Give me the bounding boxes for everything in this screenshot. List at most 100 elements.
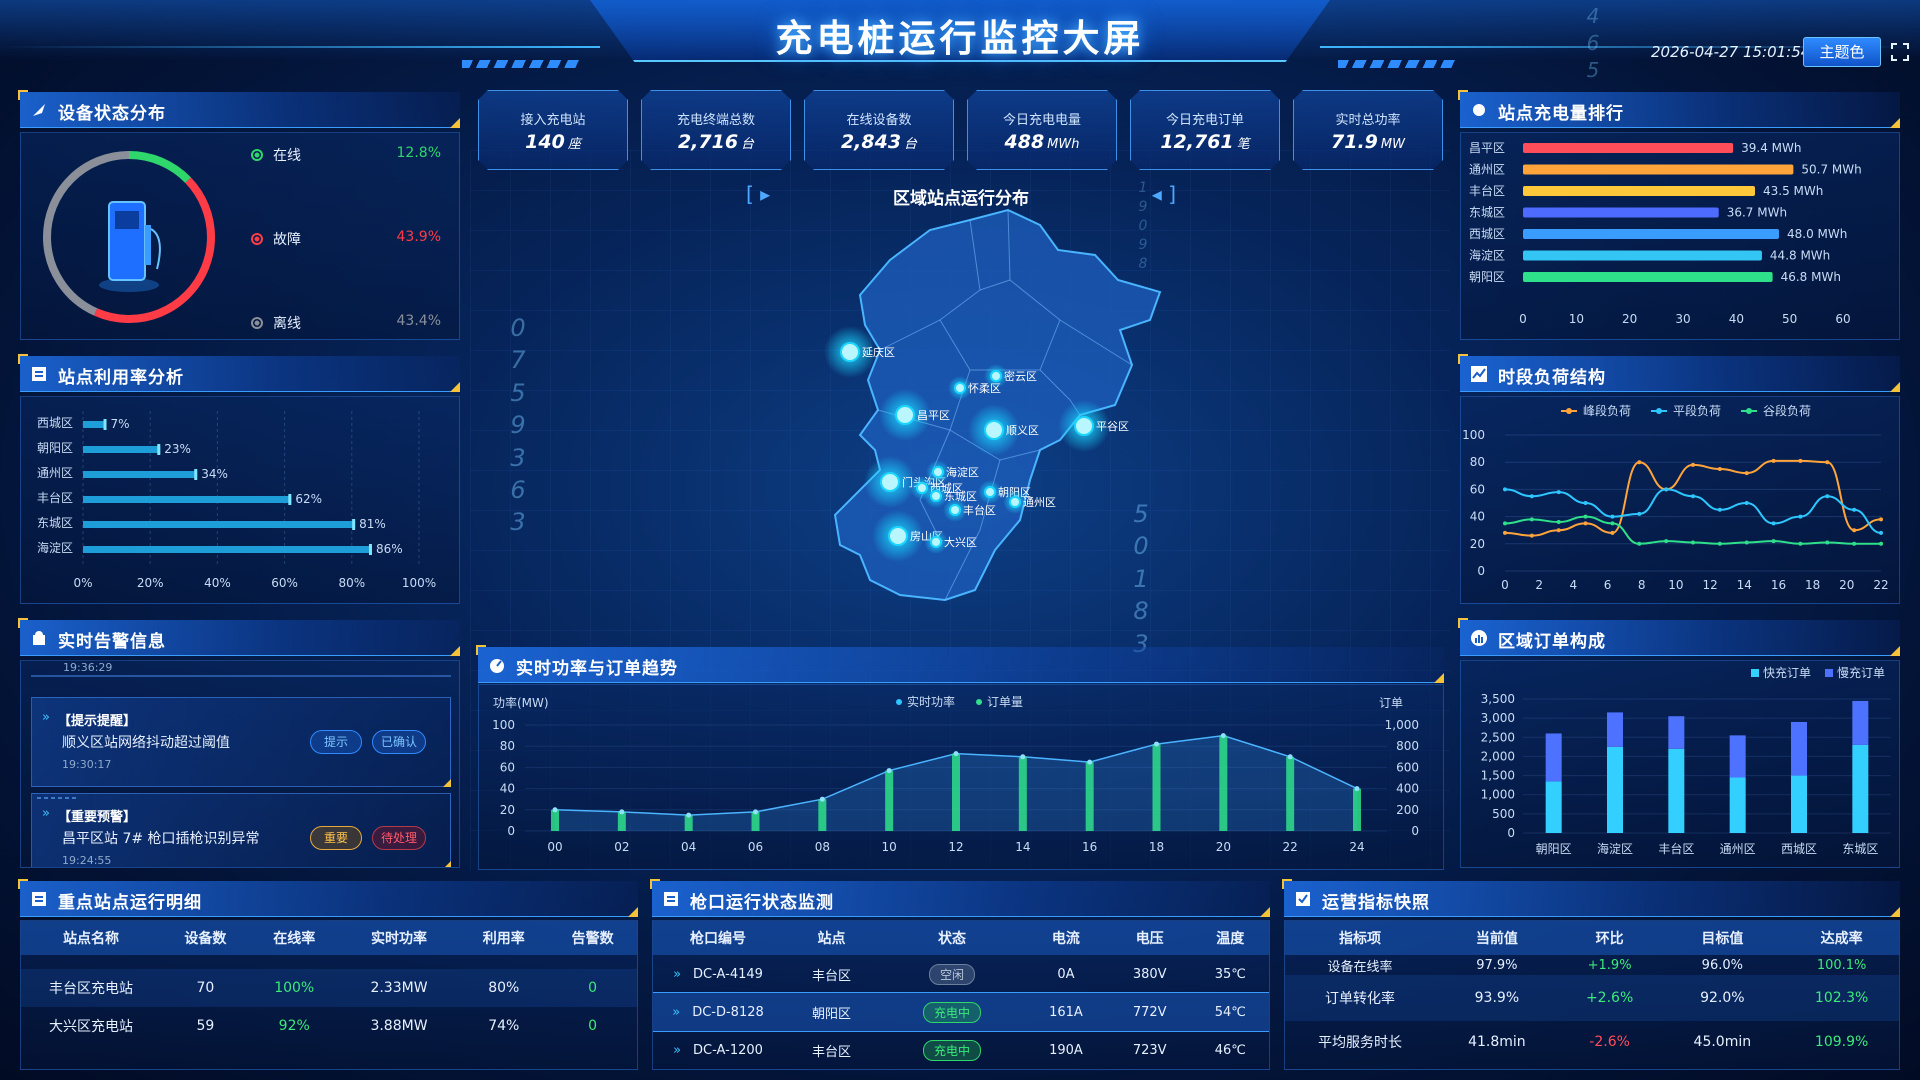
legend-marker [1746, 408, 1752, 414]
theme-button[interactable]: 主题色 [1803, 37, 1881, 67]
alert-status-button[interactable]: 已确认 [372, 730, 426, 754]
x-tick-label: 西城区 [1781, 842, 1817, 856]
order-bar [1668, 748, 1685, 833]
legend-marker [1751, 669, 1759, 677]
ranking-chart: 昌平区 39.4 MWh 通州区 50.7 MWh 丰台区 43.5 MWh 东城区 36.7… [1469, 141, 1862, 326]
table-row[interactable]: 平均服务时长 41.8min -2.6% 45.0min 109.9% [1285, 1021, 1899, 1063]
double-chevron-icon: » [673, 1042, 682, 1058]
status-badge: 空闲 [928, 963, 975, 985]
floating-digit: 5 [1586, 58, 1600, 82]
stat-label: 接入充电站 [520, 113, 586, 128]
metric-target: 92.0% [1700, 990, 1745, 1006]
legend-label: 谷段负荷 [1763, 403, 1811, 418]
station-dot [1009, 496, 1021, 508]
alert-tag: 【提示提醒】 [58, 714, 137, 729]
category-label: 丰台区 [37, 490, 73, 505]
ops-table: 指标项 当前值 环比 目标值 达成率 设备在线率 97.9% +1.9% 96.… [1285, 921, 1899, 1063]
floating-digit: 5 [1133, 500, 1149, 528]
x-tick-label: 8 [1638, 578, 1646, 592]
y-tick-label: 20 [1470, 537, 1485, 551]
ops-header: 运营指标快照 [1282, 879, 1900, 917]
table-row[interactable]: » DC-D-8128 朝阳区 充电中 161A 772V 54℃ [653, 992, 1269, 1032]
legend-marker [976, 699, 982, 705]
x-tick-label: 20 [1216, 840, 1231, 854]
gauge-icon [490, 659, 504, 673]
fullscreen-icon[interactable] [1890, 42, 1910, 62]
alert-text: 顺义区站网络抖动超过阈值 [62, 735, 230, 751]
alert-status-button[interactable]: 待处理 [372, 826, 426, 850]
order-point [953, 751, 959, 757]
device-status-donut [43, 151, 215, 323]
alert-item[interactable]: » 【提示提醒】 顺义区站网络抖动超过阈值 19:30:17 提示 已确认 [31, 697, 451, 787]
floating-digit: 6 [510, 476, 526, 504]
alarm-count: 0 [588, 980, 598, 996]
y-tick-label: 2,000 [1481, 749, 1515, 763]
utilization-bar [83, 421, 107, 428]
table-row[interactable]: 丰台区充电站 70 100% 2.33MW 80% 0 [21, 969, 637, 1007]
x-tick-label: 22 [1873, 578, 1888, 592]
ranking-bar [1523, 207, 1719, 218]
stat-unit: 笔 [1236, 137, 1250, 152]
legend-label: 慢充订单 [1837, 665, 1885, 680]
y-tick-left: 20 [500, 803, 515, 817]
load-point [1879, 541, 1883, 546]
col-header: 站点 [783, 921, 880, 955]
order-point [552, 807, 558, 813]
x-tick-label: 0% [73, 576, 92, 590]
power-bar [818, 799, 827, 831]
station-name: 丰台区充电站 [49, 981, 133, 997]
table-row[interactable]: 设备在线率 97.9% +1.9% 96.0% 100.1% [1285, 955, 1899, 975]
station-dot [930, 536, 942, 548]
alerts-header: 实时告警信息 [18, 618, 460, 656]
alert-level-badge[interactable]: 提示 [310, 730, 362, 754]
order-bar [1852, 700, 1869, 745]
table-row[interactable]: 大兴区充电站 59 92% 3.88MW 74% 0 [21, 1007, 637, 1045]
ranking-bar [1523, 250, 1762, 261]
orders-chart: 快充订单 慢充订单 0 500 1,000 1,500 2,000 2,500 3,000 3,5… [1481, 665, 1891, 856]
utilization-bar [83, 521, 356, 528]
x-tick-label: 30 [1675, 312, 1690, 326]
load-point [1771, 539, 1776, 544]
y-tick-right: 800 [1396, 739, 1419, 753]
gun-status: 充电中 [880, 993, 1024, 1031]
alerts-panel: 19:36:29 » 【提示提醒】 顺义区站网络抖动超过阈值 19:30:17 … [20, 660, 460, 868]
load-point [1610, 521, 1615, 526]
order-point [1020, 754, 1026, 760]
online-rate: 100% [274, 980, 315, 996]
table-row[interactable]: » DC-A-1200 丰台区 充电中 190A 723V 46℃ [653, 1031, 1269, 1069]
load-point [1637, 460, 1642, 465]
load-point [1664, 487, 1669, 492]
y-tick-label: 40 [1470, 510, 1485, 524]
alert-item[interactable]: » 【重要预警】 昌平区站 7# 枪口插枪识别异常 19:24:55 重要 待处… [31, 793, 451, 867]
bar-cap [157, 444, 161, 455]
station-dot [990, 370, 1002, 382]
category-label: 东城区 [1469, 206, 1505, 220]
legend-marker [1566, 408, 1572, 414]
device-status-header: 设备状态分布 [18, 90, 460, 128]
col-header: 站点名称 [21, 921, 161, 955]
load-point [1529, 494, 1534, 499]
district-label: 大兴区 [944, 535, 977, 549]
category-label: 海淀区 [37, 540, 73, 555]
x-tick-label: 海淀区 [1597, 841, 1633, 856]
table-row[interactable]: 订单转化率 93.9% +2.6% 92.0% 102.3% [1285, 975, 1899, 1021]
table-row[interactable]: » DC-A-4149 丰台区 空闲 0A 380V 35℃ [653, 955, 1269, 993]
load-point [1717, 507, 1722, 512]
alert-time: 19:30:17 [62, 758, 112, 771]
alert-tag: 【重要预警】 [58, 810, 137, 825]
metric-current: 93.9% [1474, 990, 1520, 1006]
ranking-header: 站点充电量排行 [1458, 90, 1900, 128]
x-tick-label: 10 [1668, 578, 1683, 592]
x-tick-label: 24 [1349, 840, 1364, 854]
power-bar [885, 770, 894, 831]
station-dot [880, 472, 900, 492]
status-dot [251, 233, 263, 245]
dot-icon [1473, 104, 1485, 116]
alert-level-badge[interactable]: 重要 [310, 826, 362, 850]
order-point [1354, 786, 1360, 792]
x-tick-label: 02 [614, 840, 629, 854]
floating-digit: 9 [510, 411, 526, 440]
document-icon [32, 367, 46, 381]
district-label: 平谷区 [1096, 420, 1129, 433]
stations-panel: 站点名称 设备数 在线率 实时功率 利用率 告警数 丰台区充电站 70 100%… [20, 920, 638, 1070]
